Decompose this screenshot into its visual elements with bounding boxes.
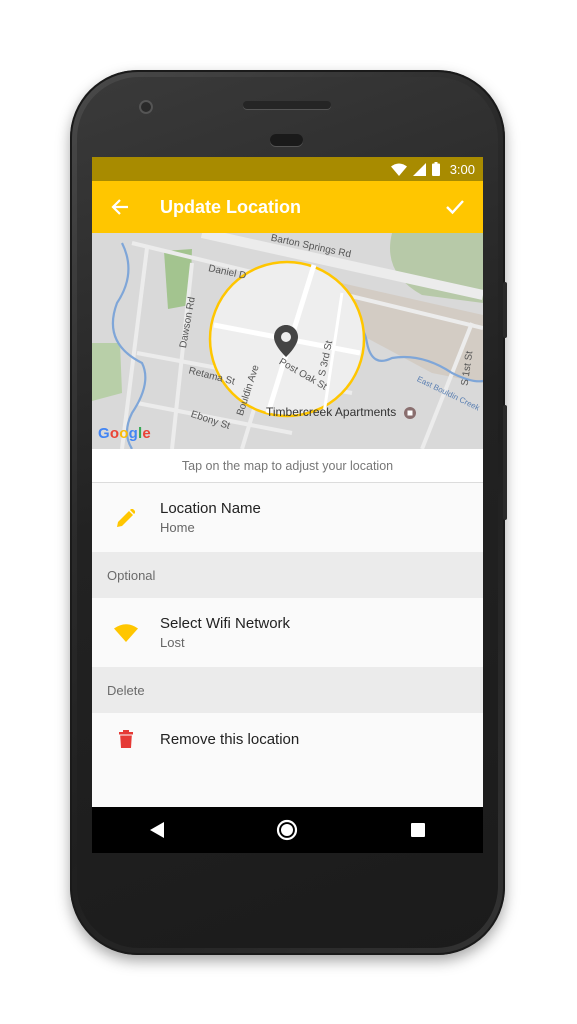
status-bar: 3:00 — [92, 157, 483, 181]
front-camera — [139, 100, 153, 114]
location-name-label: Location Name — [160, 500, 261, 517]
status-time: 3:00 — [449, 161, 475, 177]
app-screen: 3:00 Update Location Barton Springs Rd D… — [92, 157, 483, 853]
map-label-timbercreek: Timbercreek Apartments — [266, 405, 397, 419]
map-hint: Tap on the map to adjust your location — [92, 449, 483, 483]
section-optional: Optional — [92, 552, 483, 598]
check-icon — [446, 200, 464, 215]
nav-recents-icon — [410, 823, 425, 837]
remove-location-row[interactable]: Remove this location — [92, 713, 483, 765]
wifi-network-label: Select Wifi Network — [160, 615, 291, 632]
volume-rocker — [503, 405, 507, 520]
confirm-button[interactable] — [427, 181, 483, 233]
power-button — [503, 282, 507, 338]
location-name-row[interactable]: Location Name Home — [92, 483, 483, 552]
remove-location-label: Remove this location — [160, 730, 300, 748]
nav-home-button[interactable] — [257, 807, 317, 853]
arrow-left-icon — [111, 199, 128, 215]
wifi-network-row[interactable]: Select Wifi Network Lost — [92, 598, 483, 667]
page-title: Update Location — [160, 196, 302, 217]
battery-icon — [431, 162, 440, 176]
wifi-icon — [114, 623, 138, 642]
earpiece-speaker — [243, 101, 331, 109]
system-nav-bar — [92, 807, 483, 853]
google-logo: Google — [98, 425, 151, 442]
app-bar: Update Location — [92, 181, 483, 233]
nav-recents-button[interactable] — [388, 807, 448, 853]
section-delete: Delete — [92, 667, 483, 713]
trash-icon — [119, 730, 133, 748]
nav-back-icon — [150, 822, 165, 838]
pencil-icon — [117, 508, 135, 527]
nav-back-button[interactable] — [127, 807, 187, 853]
location-name-value: Home — [160, 520, 195, 535]
cell-signal-icon — [412, 162, 426, 176]
wifi-status-icon — [390, 163, 407, 176]
sensor-slot — [270, 134, 303, 146]
wifi-network-value: Lost — [160, 635, 185, 650]
location-map[interactable]: Barton Springs Rd Daniel D Dawson Rd Ret… — [92, 233, 483, 449]
map-pin-icon — [274, 325, 298, 357]
back-button[interactable] — [92, 181, 148, 233]
nav-home-icon — [277, 819, 298, 841]
